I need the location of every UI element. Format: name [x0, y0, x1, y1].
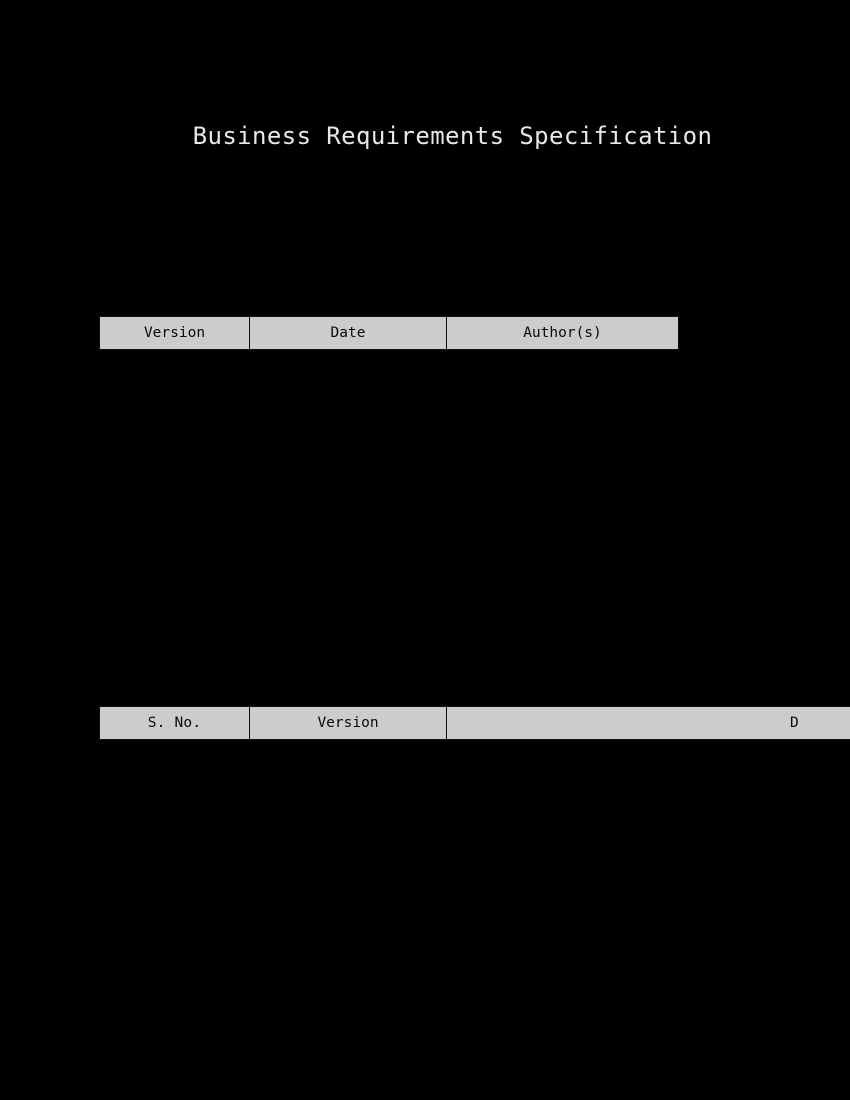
table-header-row: Version Date Author(s)	[99, 316, 679, 350]
page-title: Business Requirements Specification	[192, 122, 713, 150]
revision-history-table: Version Date Author(s)	[99, 316, 679, 350]
column-header-version: Version	[99, 316, 250, 350]
change-log-table: S. No. Version D	[99, 706, 850, 740]
column-header-version: Version	[249, 706, 447, 740]
column-header-author: Author(s)	[446, 316, 679, 350]
column-header-date: Date	[249, 316, 447, 350]
column-header-description: D	[446, 706, 850, 740]
table-header-row: S. No. Version D	[99, 706, 850, 740]
column-header-serial-number: S. No.	[99, 706, 250, 740]
document-page: Business Requirements Specification Vers…	[0, 0, 850, 1100]
